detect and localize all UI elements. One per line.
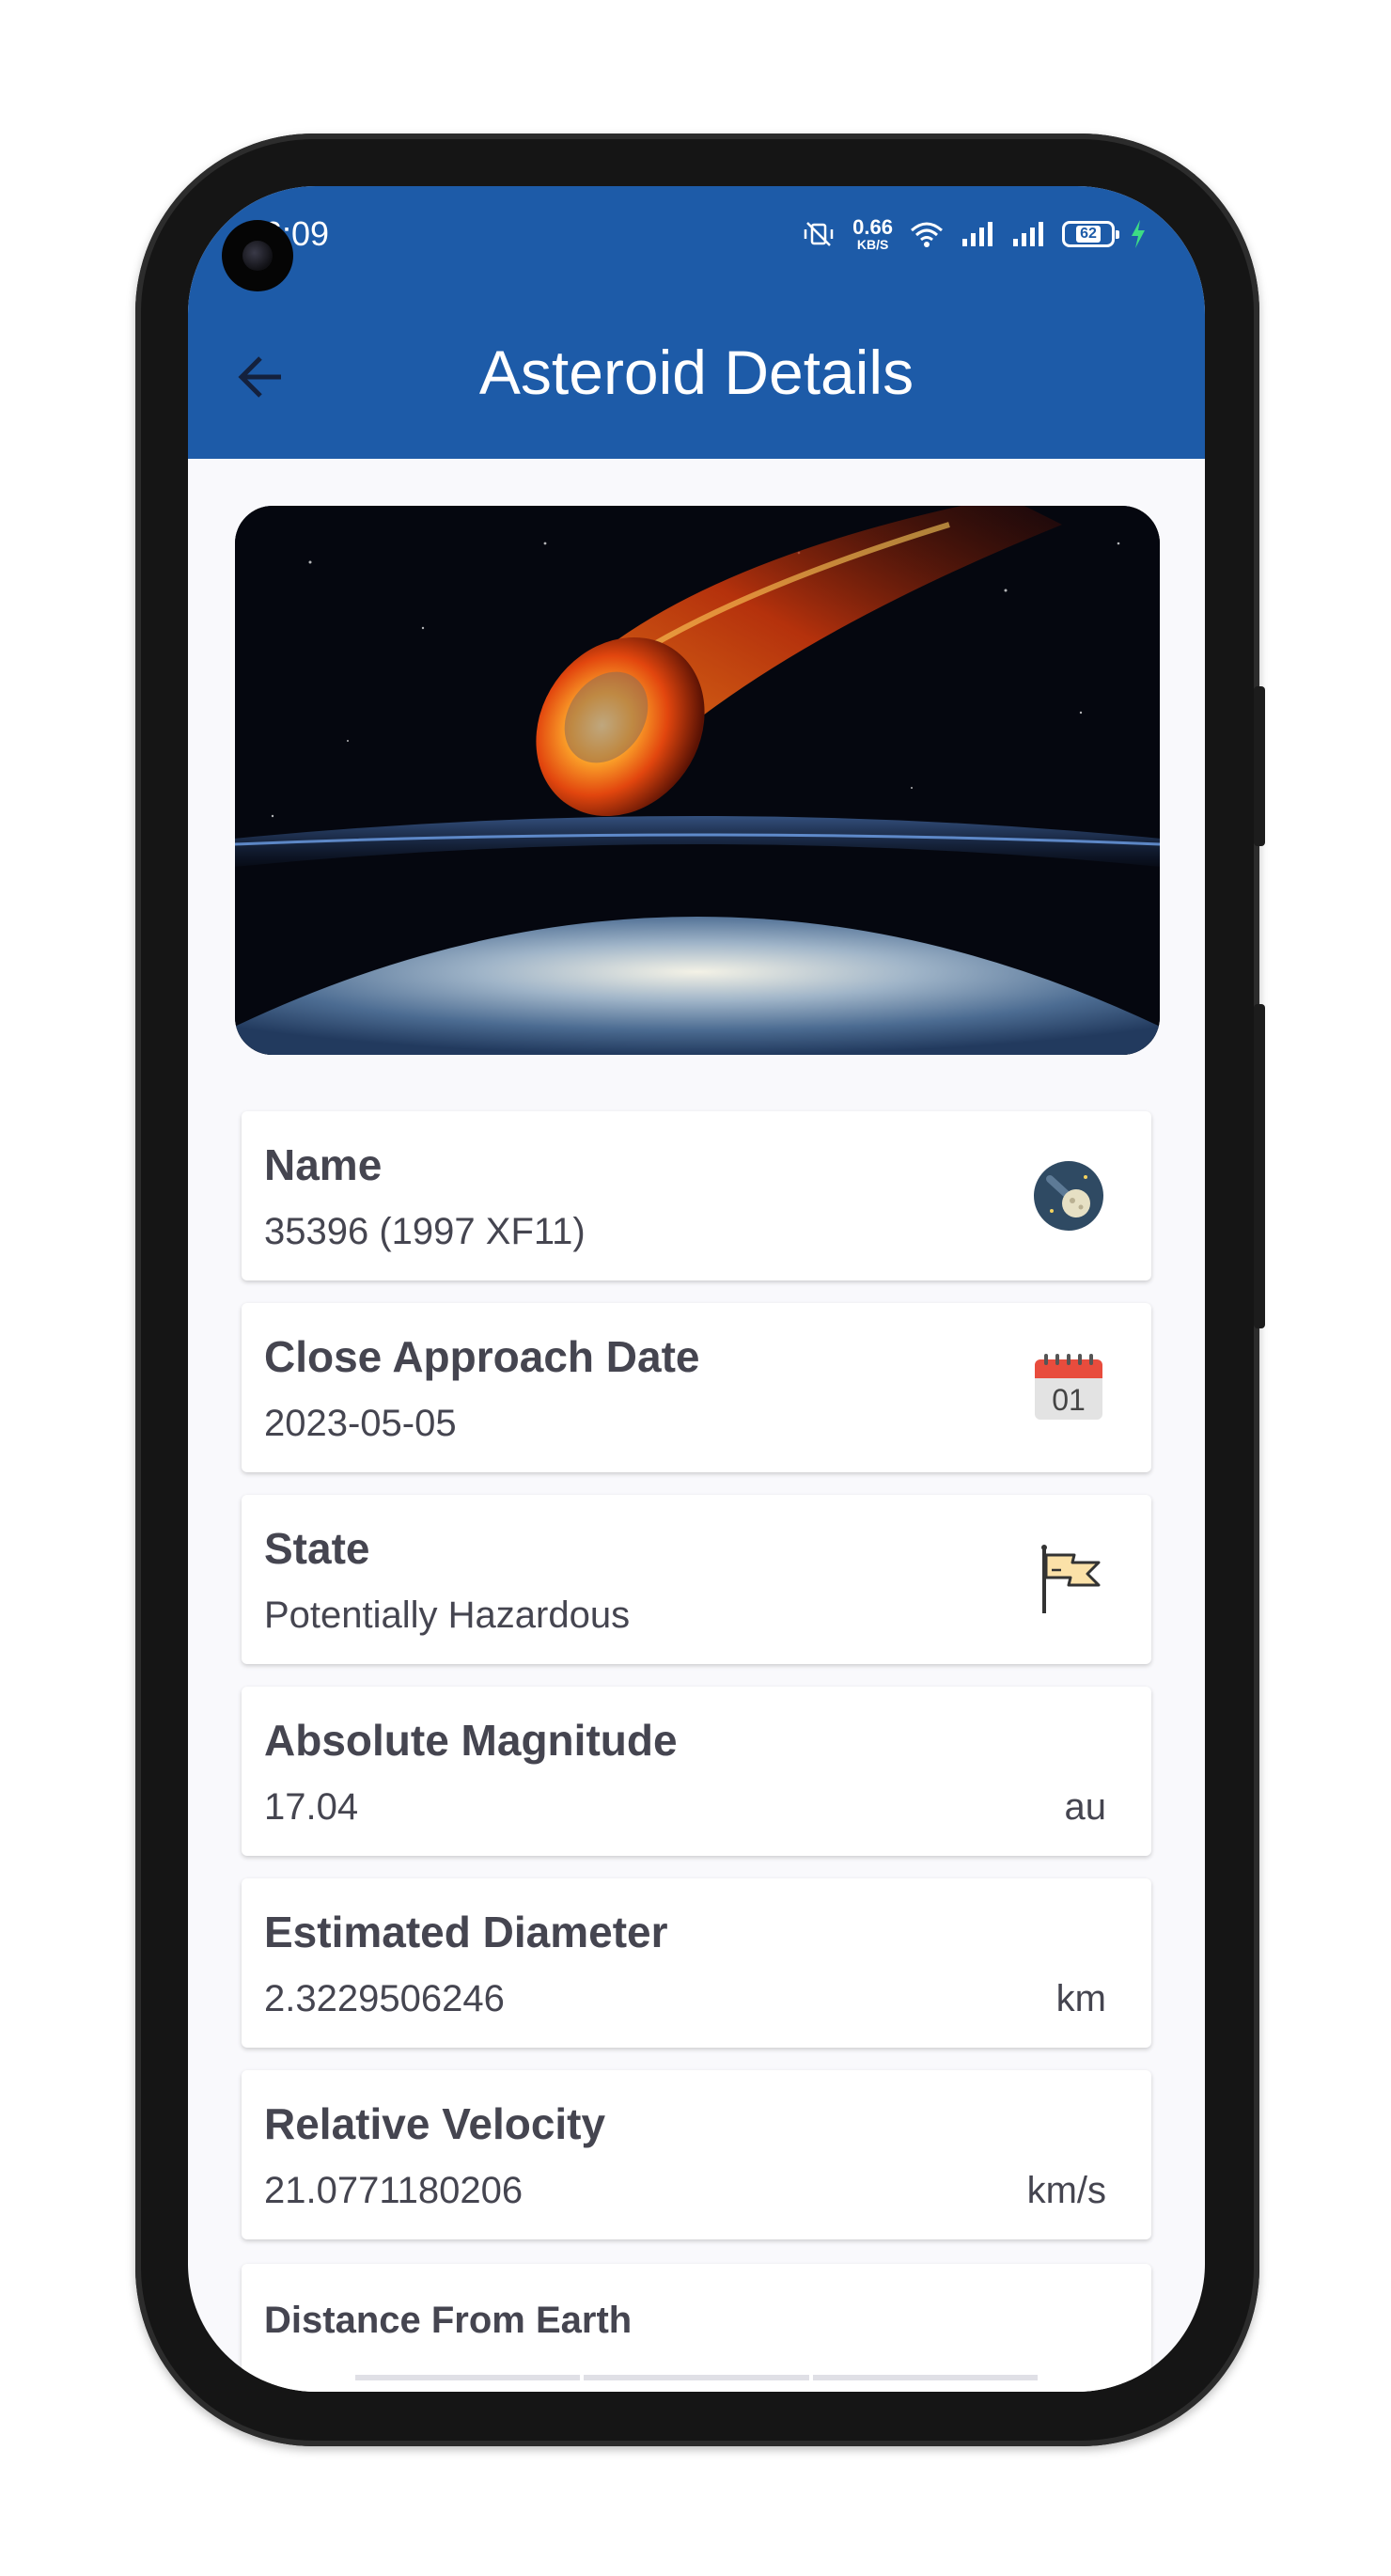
detail-card-approach-date: Close Approach Date 2023-05-05 01 [242, 1303, 1151, 1472]
card-label: Distance From Earth [264, 2300, 633, 2341]
mute-vibrate-icon [804, 222, 834, 246]
asteroid-icon [1034, 1161, 1103, 1231]
asteroid-hero-image [235, 506, 1160, 1055]
card-label: Name [264, 1140, 383, 1189]
card-value: 21.0771180206 [264, 2170, 524, 2211]
card-label: Absolute Magnitude [264, 1716, 678, 1765]
battery-icon: 62 [1062, 221, 1119, 247]
card-value: 17.04 [264, 1786, 359, 1828]
card-label: State [264, 1524, 370, 1573]
detail-card-name: Name 35396 (1997 XF11) [242, 1111, 1151, 1280]
card-value: Potentially Hazardous [264, 1594, 631, 1636]
card-unit: km/s [1026, 2170, 1106, 2211]
card-value: 2.3229506246 [264, 1978, 505, 2019]
charging-icon [1132, 220, 1145, 248]
bottom-scroll-hint [355, 2375, 1038, 2380]
card-label: Close Approach Date [264, 1332, 700, 1381]
signal-icon [1013, 222, 1043, 246]
card-label: Relative Velocity [264, 2099, 606, 2148]
status-icons: 0.66 KB/S 62 [800, 212, 1147, 256]
page-title: Asteroid Details [478, 338, 914, 407]
net-speed: 0.66 KB/S [852, 215, 893, 252]
detail-card-state: State Potentially Hazardous [242, 1495, 1151, 1664]
front-camera [222, 220, 293, 291]
card-unit: au [1064, 1786, 1107, 1828]
screen: 6:09 0.66 KB/S 62 Asteroid Details Name … [188, 186, 1205, 2392]
card-value: 2023-05-05 [264, 1403, 457, 1444]
battery-level: 62 [1076, 226, 1101, 243]
detail-card-diameter: Estimated Diameter 2.3229506246 km [242, 1878, 1151, 2048]
flag-icon [1041, 1545, 1101, 1613]
app-bar: 6:09 0.66 KB/S 62 Asteroid Details [188, 186, 1205, 459]
detail-card-magnitude: Absolute Magnitude 17.04 au [242, 1687, 1151, 1856]
wifi-icon [911, 222, 943, 247]
power-button [1254, 1004, 1265, 1328]
net-speed-value: 0.66 [852, 215, 893, 239]
detail-card-distance: Distance From Earth [242, 2264, 1151, 2392]
volume-button [1254, 686, 1265, 846]
net-speed-unit: KB/S [856, 237, 889, 252]
detail-card-velocity: Relative Velocity 21.0771180206 km/s [242, 2070, 1151, 2239]
calendar-day-text: 01 [1052, 1383, 1086, 1417]
calendar-icon: 01 [1035, 1354, 1102, 1420]
card-unit: km [1055, 1978, 1106, 2019]
card-label: Estimated Diameter [264, 1908, 668, 1956]
signal-icon [962, 222, 992, 246]
card-value: 35396 (1997 XF11) [264, 1211, 586, 1252]
